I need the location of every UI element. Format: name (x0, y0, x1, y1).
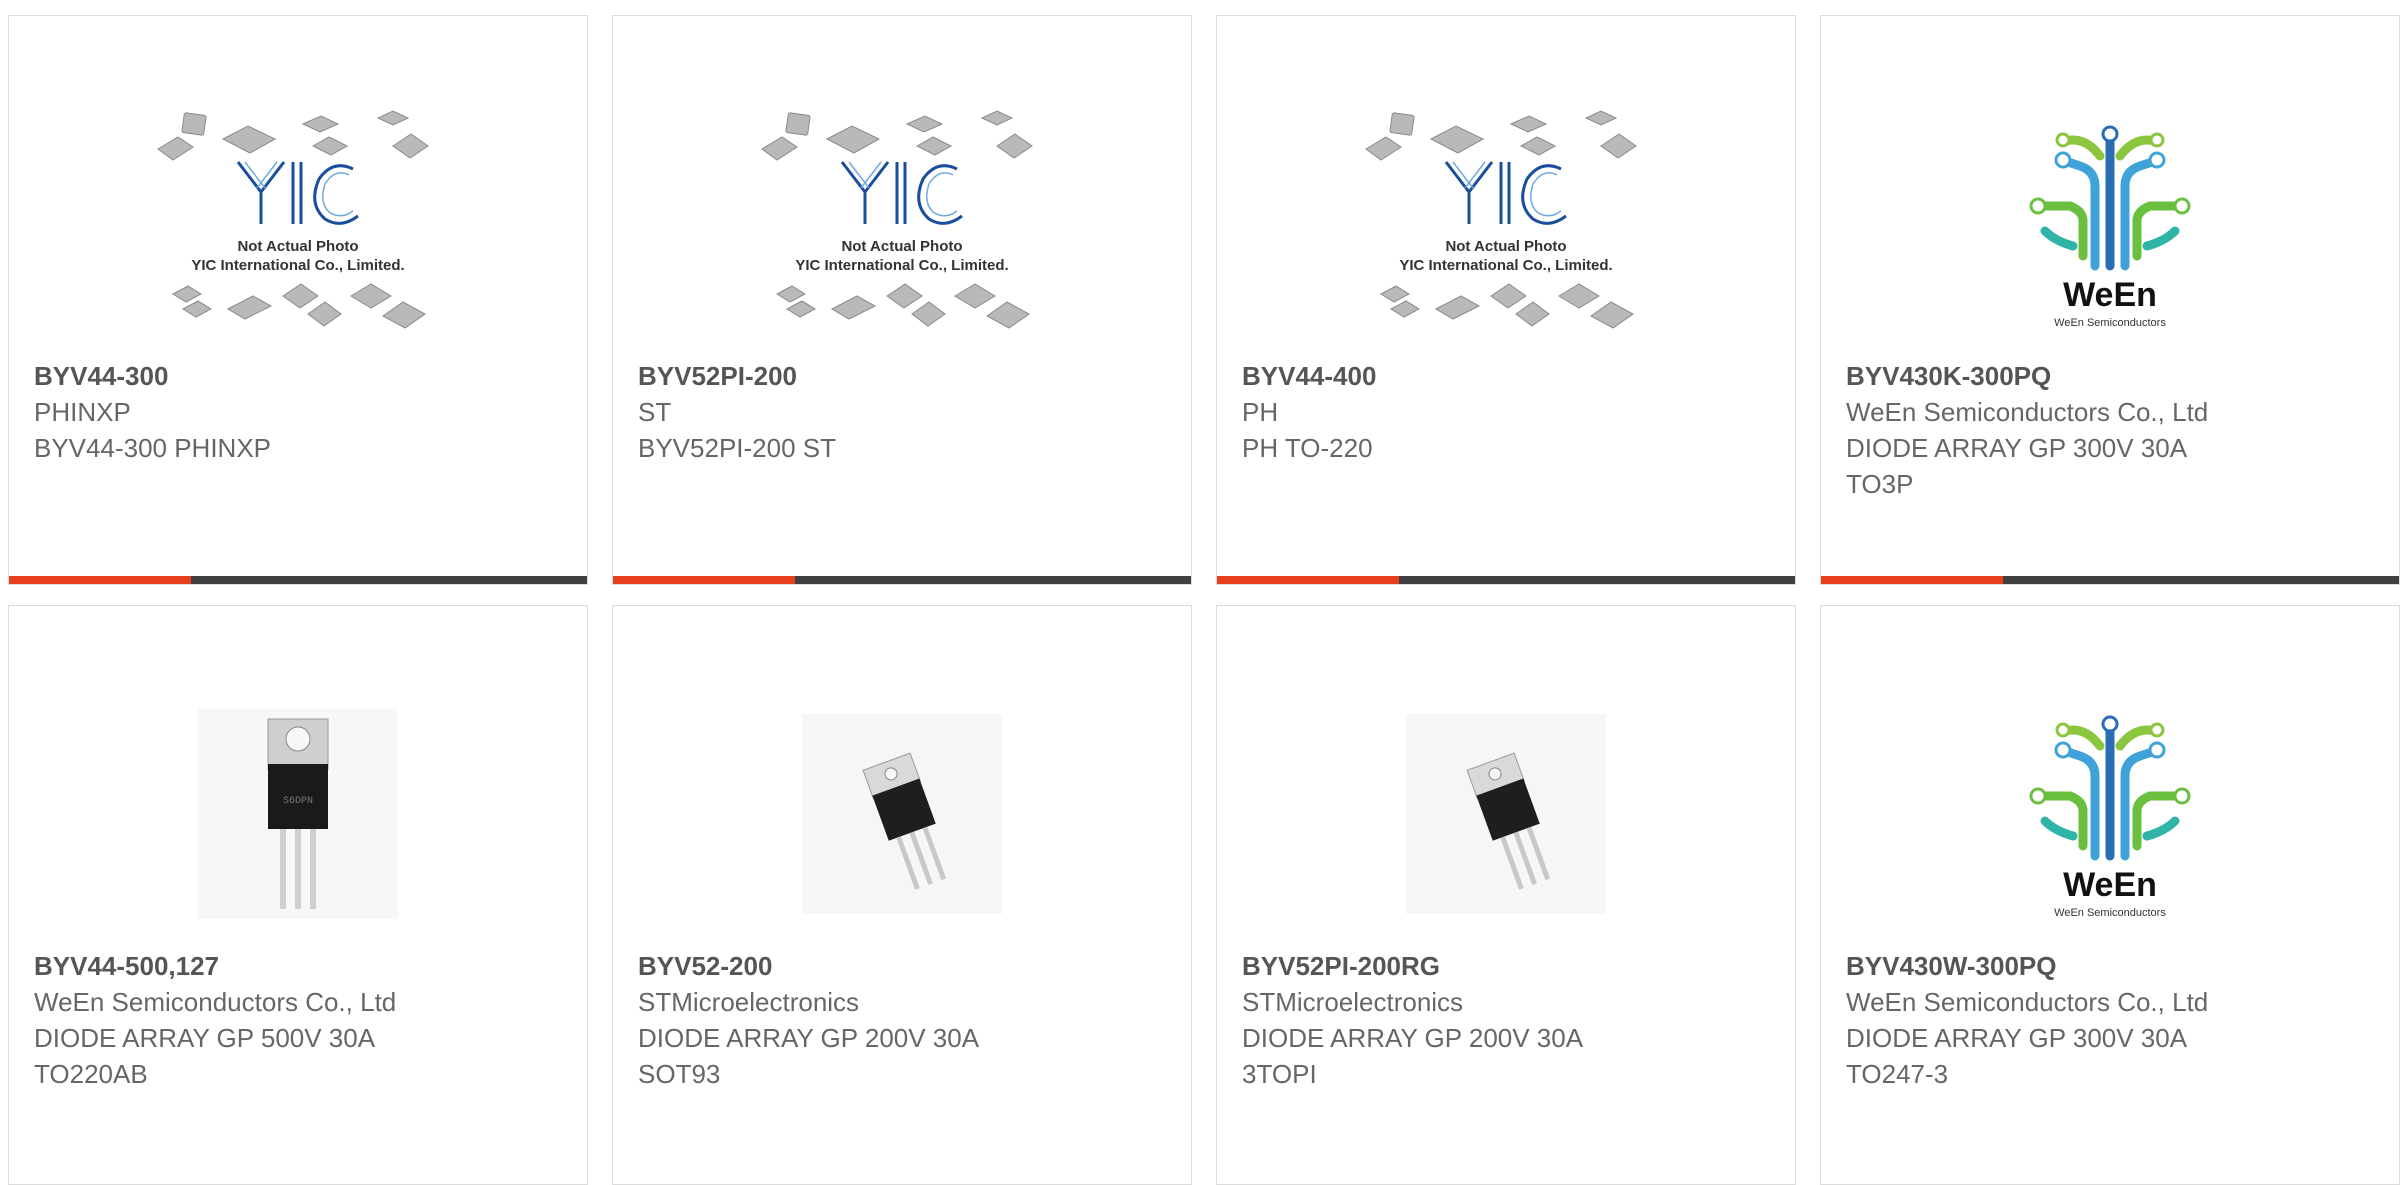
placeholder-line1: Not Actual Photo (237, 238, 358, 255)
not-actual-photo-placeholder: Not Actual Photo YIC International Co., … (157, 109, 429, 329)
not-actual-photo-placeholder: Not Actual Photo YIC International Co., … (1365, 109, 1637, 329)
ween-logo-name: WeEn (2063, 276, 2157, 314)
ween-logo: WeEn WeEn Semiconductors (2029, 715, 2191, 919)
product-image[interactable]: Not Actual Photo YIC International Co., … (9, 91, 587, 356)
product-card[interactable]: Not Actual Photo YIC International Co., … (612, 15, 1192, 585)
ween-logo: WeEn WeEn Semiconductors (2029, 125, 2191, 329)
package: TO247-3 (1846, 1059, 1949, 1089)
product-image[interactable] (613, 681, 1191, 946)
placeholder-line1: Not Actual Photo (1445, 238, 1566, 255)
card-bottom-bar (1217, 576, 1795, 584)
to220-component-photo: S6DPN (198, 708, 398, 919)
product-info: BYV44-500,127 WeEn Semiconductors Co., Lt… (34, 948, 567, 1092)
product-info: BYV44-300 PHINXP BYV44-300 PHINXP (34, 358, 567, 466)
product-card[interactable]: BYV52PI-200RG STMicroelectronics DIODE ARR… (1216, 605, 1796, 1185)
sot93-component-photo (1406, 713, 1606, 914)
card-accent-bar (1217, 576, 1399, 584)
placeholder-line2: YIC International Co., Limited. (1399, 257, 1612, 274)
sot93-component-photo (802, 713, 1002, 914)
package: TO220AB (34, 1059, 148, 1089)
product-image[interactable]: Not Actual Photo YIC International Co., … (613, 91, 1191, 356)
product-image[interactable] (1217, 681, 1795, 946)
manufacturer: STMicroelectronics (638, 987, 860, 1017)
part-number-link[interactable]: BYV44-500,127 (34, 948, 567, 984)
product-info: BYV44-400 PH PH TO-220 (1242, 358, 1775, 466)
part-number-link[interactable]: BYV52-200 (638, 948, 1171, 984)
manufacturer: WeEn Semiconductors Co., Ltd (1846, 397, 2209, 427)
description: DIODE ARRAY GP 200V 30A (1242, 1023, 1584, 1053)
part-number-link[interactable]: BYV44-300 (34, 358, 567, 394)
product-info: BYV52PI-200RG STMicroelectronics DIODE ARR… (1242, 948, 1775, 1092)
part-number-link[interactable]: BYV430K-300PQ (1846, 358, 2379, 394)
card-accent-bar (1821, 576, 2003, 584)
card-bottom-bar (1821, 576, 2399, 584)
description: BYV44-300 PHINXP (34, 433, 272, 463)
placeholder-line2: YIC International Co., Limited. (191, 257, 404, 274)
manufacturer: WeEn Semiconductors Co., Ltd (1846, 987, 2209, 1017)
description: PH TO-220 (1242, 433, 1373, 463)
ween-logo-tagline: WeEn Semiconductors (2054, 317, 2166, 329)
package: 3TOPI (1242, 1059, 1317, 1089)
description: DIODE ARRAY GP 300V 30A (1846, 1023, 2188, 1053)
description: DIODE ARRAY GP 500V 30A (34, 1023, 376, 1053)
product-card[interactable]: WeEn WeEn Semiconductors BYV430W-300PQ We… (1820, 605, 2400, 1185)
to220-marking: S6DPN (283, 796, 313, 807)
manufacturer: STMicroelectronics (1242, 987, 1464, 1017)
placeholder-line1: Not Actual Photo (841, 238, 962, 255)
description: DIODE ARRAY GP 200V 30A (638, 1023, 980, 1053)
product-card[interactable]: WeEn WeEn Semiconductors BYV430K-300PQ We… (1820, 15, 2400, 585)
description: DIODE ARRAY GP 300V 30A (1846, 433, 2188, 463)
manufacturer: WeEn Semiconductors Co., Ltd (34, 987, 397, 1017)
card-bottom-bar (9, 576, 587, 584)
product-image[interactable]: WeEn WeEn Semiconductors (1821, 91, 2399, 356)
ween-logo-name: WeEn (2063, 866, 2157, 904)
part-number-link[interactable]: BYV430W-300PQ (1846, 948, 2379, 984)
product-info: BYV430W-300PQ WeEn Semiconductors Co., Lt… (1846, 948, 2379, 1092)
card-bottom-bar (613, 576, 1191, 584)
product-image[interactable]: Not Actual Photo YIC International Co., … (1217, 91, 1795, 356)
product-card[interactable]: BYV52-200 STMicroelectronics DIODE ARRAY G… (612, 605, 1192, 1185)
product-info: BYV52PI-200 ST BYV52PI-200 ST (638, 358, 1171, 466)
product-card[interactable]: S6DPN BYV44-500,127 WeEn Semiconductors C… (8, 605, 588, 1185)
product-card[interactable]: Not Actual Photo YIC International Co., … (8, 15, 588, 585)
part-number-link[interactable]: BYV52PI-200 (638, 358, 1171, 394)
product-info: BYV52-200 STMicroelectronics DIODE ARRAY G… (638, 948, 1171, 1092)
product-grid: Not Actual Photo YIC International Co., … (8, 15, 2400, 1185)
product-image[interactable]: S6DPN (9, 681, 587, 946)
placeholder-line2: YIC International Co., Limited. (795, 257, 1008, 274)
manufacturer: PH (1242, 397, 1279, 427)
product-image[interactable]: WeEn WeEn Semiconductors (1821, 681, 2399, 946)
product-card[interactable]: Not Actual Photo YIC International Co., … (1216, 15, 1796, 585)
manufacturer: ST (638, 397, 672, 427)
part-number-link[interactable]: BYV52PI-200RG (1242, 948, 1775, 984)
description: BYV52PI-200 ST (638, 433, 836, 463)
card-accent-bar (9, 576, 191, 584)
manufacturer: PHINXP (34, 397, 131, 427)
product-info: BYV430K-300PQ WeEn Semiconductors Co., Lt… (1846, 358, 2379, 502)
package: SOT93 (638, 1059, 721, 1089)
ween-logo-tagline: WeEn Semiconductors (2054, 907, 2166, 919)
not-actual-photo-placeholder: Not Actual Photo YIC International Co., … (761, 109, 1033, 329)
card-accent-bar (613, 576, 795, 584)
part-number-link[interactable]: BYV44-400 (1242, 358, 1775, 394)
package: TO3P (1846, 469, 1914, 499)
